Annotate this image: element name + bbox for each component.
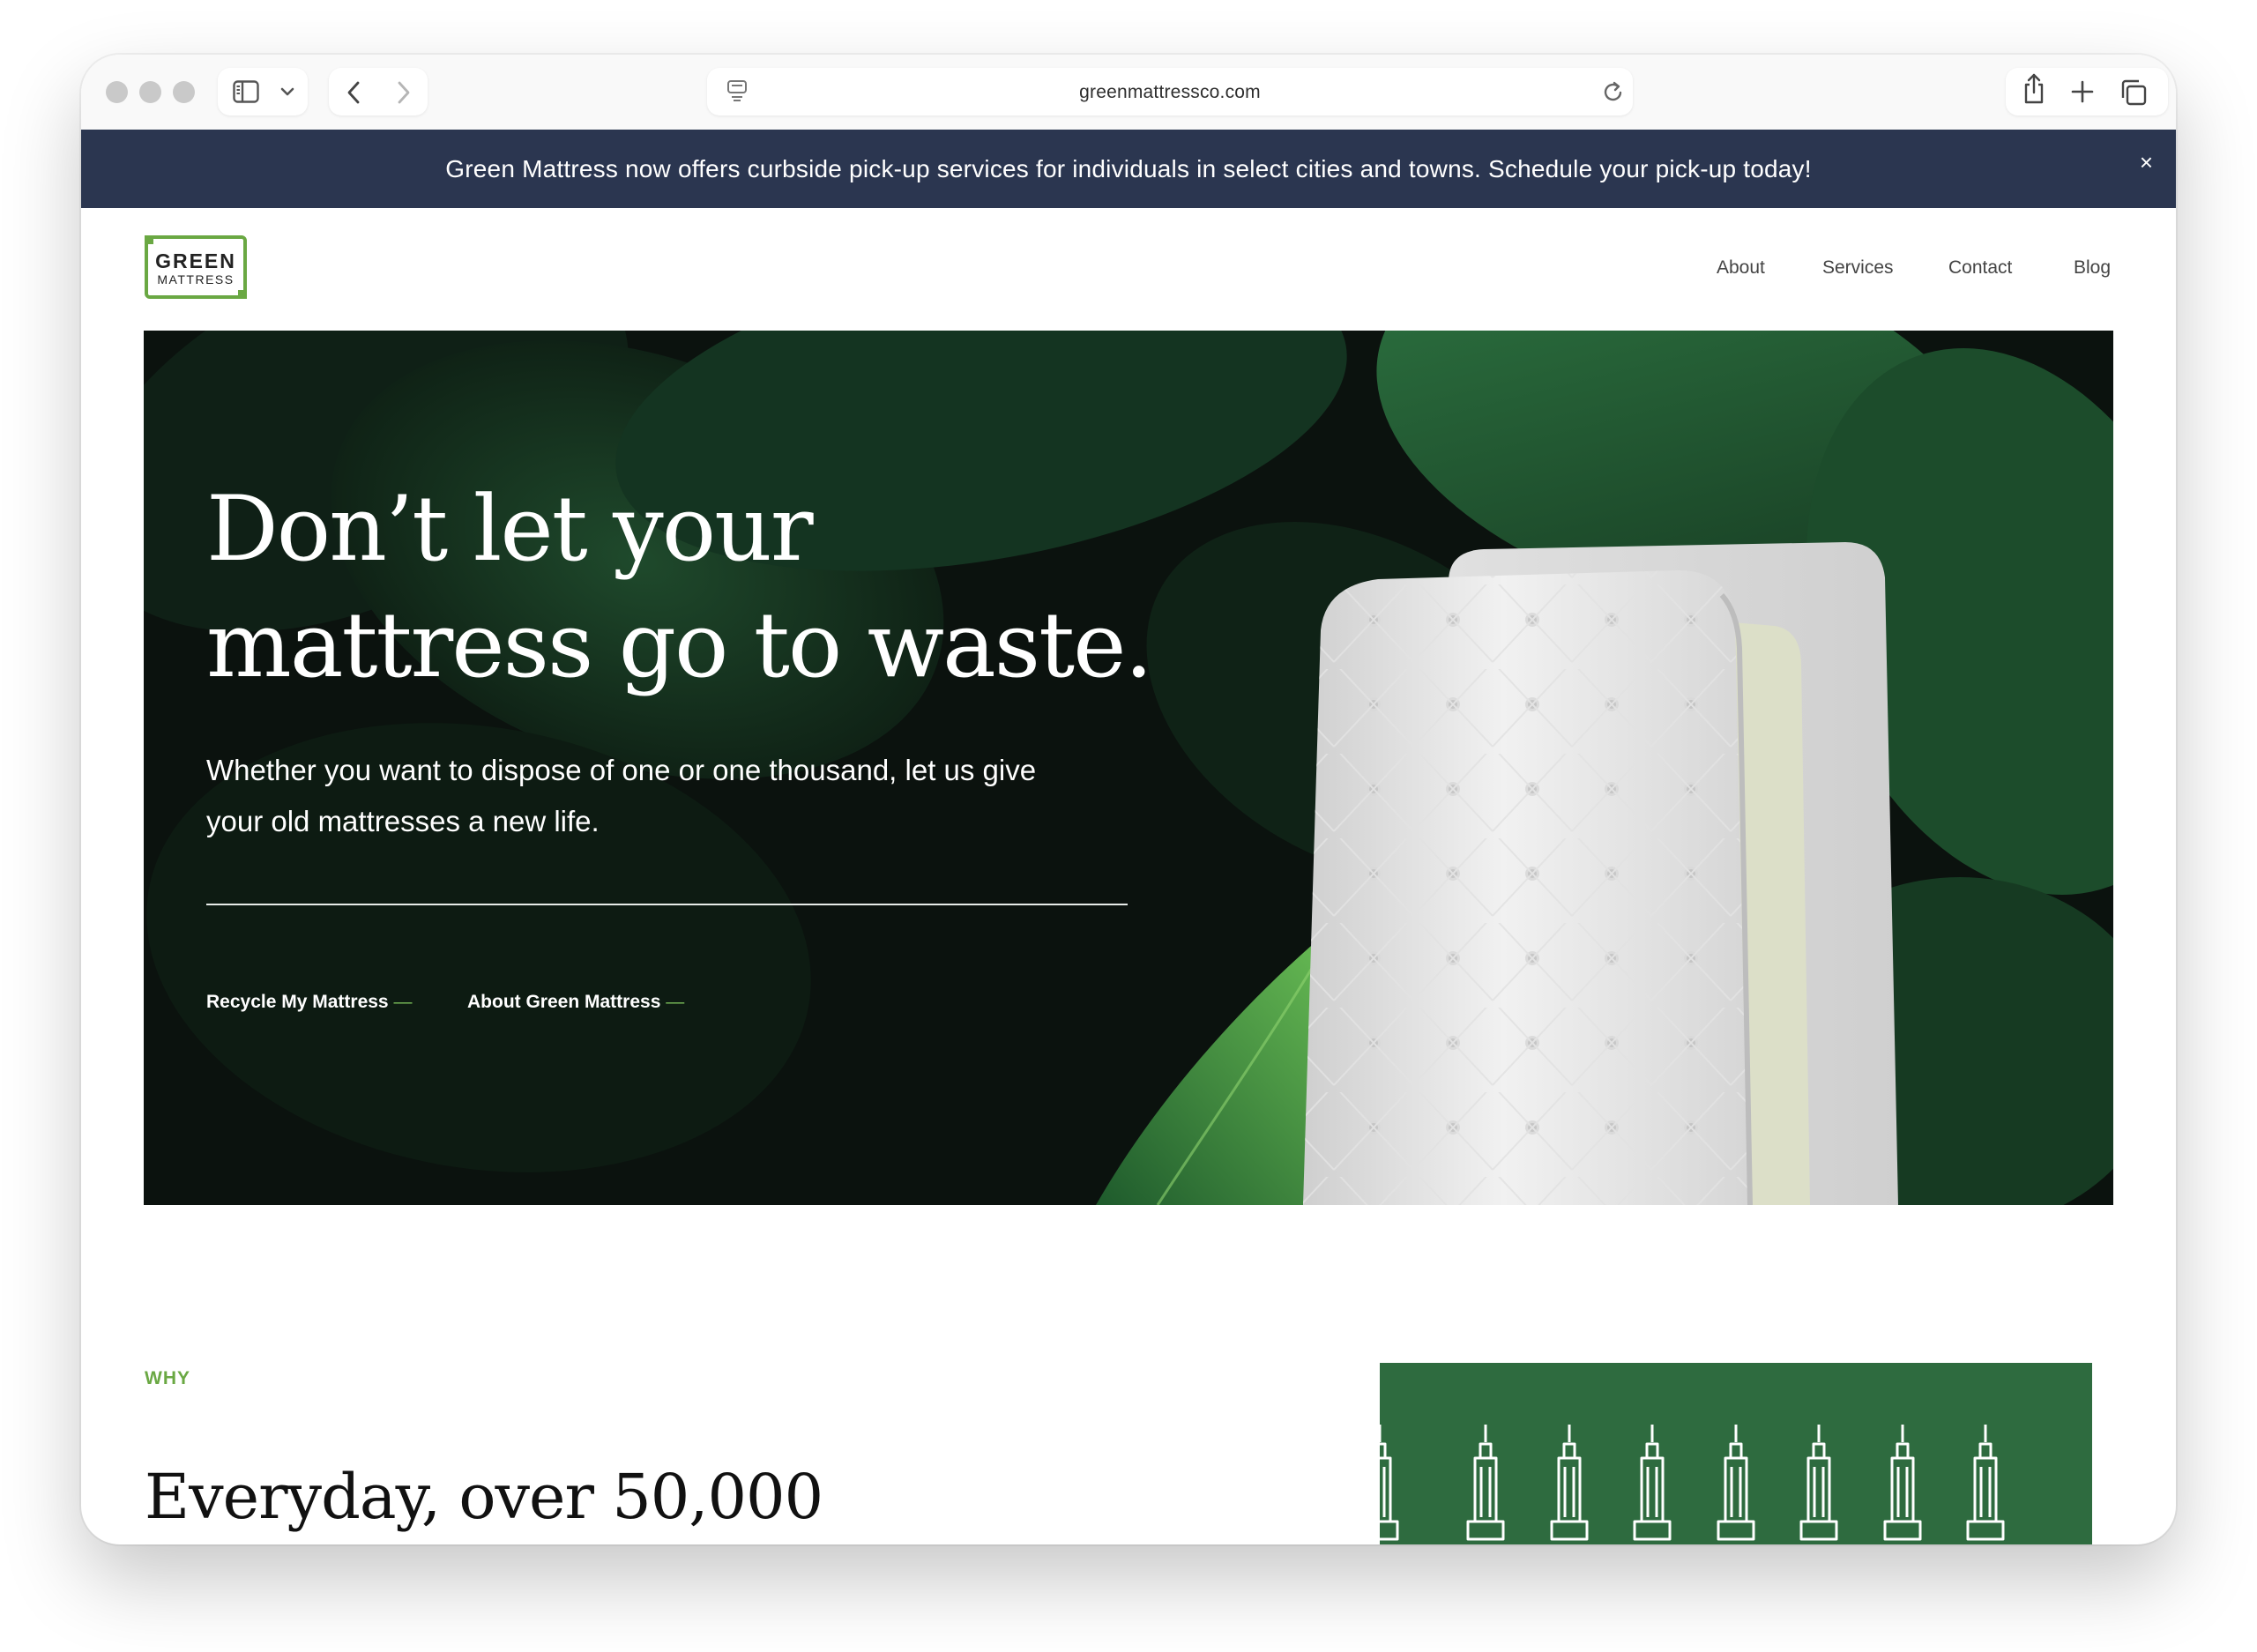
why-heading: Everyday, over 50,000 (145, 1461, 823, 1533)
nav-contact[interactable]: Contact (1948, 257, 2012, 279)
logo-line1: GREEN (155, 249, 236, 272)
announcement-bar: Green Mattress now offers curbside pick-… (81, 130, 2176, 208)
back-icon[interactable] (346, 80, 361, 105)
hero-title-line1: Don’t let your (206, 477, 814, 582)
minimize-window-button[interactable] (139, 81, 161, 103)
hero-title-line2: mattress go to waste. (206, 593, 1153, 698)
browser-window: greenmattressco.com Green Mattress now o… (81, 55, 2176, 1544)
hero-banner: Don’t let your mattress go to waste. Whe… (144, 331, 2113, 1205)
arrow-dash-icon: — (666, 992, 685, 1012)
address-bar[interactable]: greenmattressco.com (707, 68, 1633, 115)
recycle-link-label: Recycle My Mattress (206, 992, 389, 1012)
nav-blog[interactable]: Blog (2074, 257, 2111, 279)
logo-line2: MATTRESS (157, 272, 235, 286)
chevron-down-icon[interactable] (280, 86, 294, 97)
close-window-button[interactable] (106, 81, 128, 103)
tabs-overview-icon[interactable] (2119, 78, 2148, 107)
about-link-label: About Green Mattress (467, 992, 661, 1012)
hero-title: Don’t let your mattress go to waste. (206, 472, 1176, 704)
recycle-my-mattress-link[interactable]: Recycle My Mattress — (206, 992, 412, 1013)
url-text: greenmattressco.com (1079, 82, 1261, 102)
about-green-mattress-link[interactable]: About Green Mattress — (467, 992, 684, 1013)
browser-toolbar: greenmattressco.com (81, 55, 2176, 130)
logo-corner-mark (238, 290, 247, 299)
announcement-text[interactable]: Green Mattress now offers curbside pick-… (81, 155, 2176, 183)
navigation-group (329, 68, 428, 115)
arrow-dash-icon: — (393, 992, 413, 1012)
hero-subtitle-line1: Whether you want to dispose of one or on… (206, 754, 1037, 786)
building-icons-illustration (1380, 1423, 2005, 1541)
hero-subtitle-line2: your old mattresses a new life. (206, 805, 600, 837)
nav-services[interactable]: Services (1822, 257, 1894, 279)
close-icon[interactable]: × (2140, 149, 2153, 176)
nav-about[interactable]: About (1717, 257, 1765, 279)
sidebar-icon[interactable] (233, 80, 259, 103)
reload-icon[interactable] (1602, 79, 1625, 104)
why-label: WHY (145, 1368, 190, 1388)
zoom-window-button[interactable] (173, 81, 195, 103)
logo[interactable]: GREEN MATTRESS (145, 235, 247, 299)
new-tab-icon[interactable] (2070, 79, 2095, 104)
forward-icon[interactable] (396, 80, 412, 105)
share-icon[interactable] (2021, 72, 2047, 106)
illustration-card (1380, 1363, 2092, 1544)
hero-subtitle: Whether you want to dispose of one or on… (206, 745, 1132, 847)
hero-divider (206, 904, 1128, 905)
logo-corner-mark (145, 235, 153, 244)
